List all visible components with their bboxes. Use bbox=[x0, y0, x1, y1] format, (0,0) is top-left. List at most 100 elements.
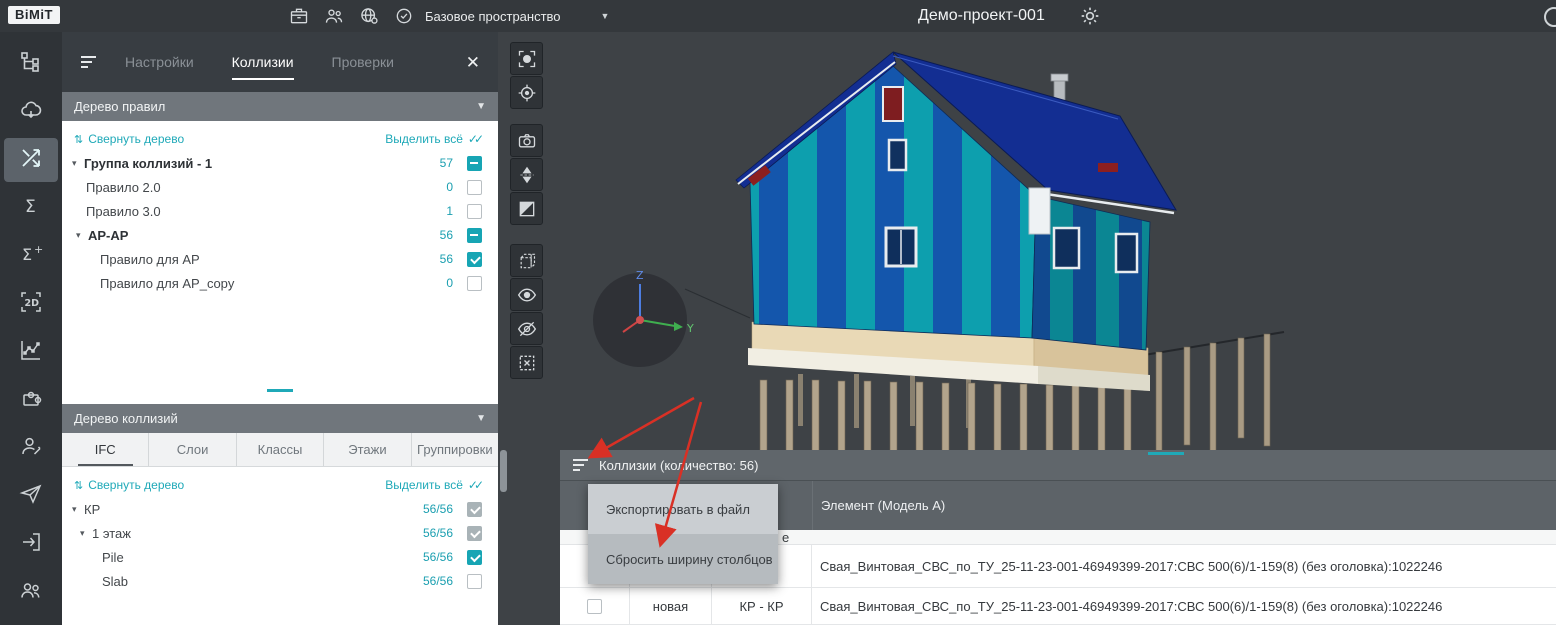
section-rules-tree[interactable]: Дерево правил ▼ bbox=[62, 92, 498, 121]
select-all-link[interactable]: Выделить всё ✓✓ bbox=[385, 478, 484, 492]
expander-icon[interactable]: ▾ bbox=[72, 504, 84, 515]
sidebar-item-collisions[interactable] bbox=[4, 138, 58, 182]
checkbox[interactable] bbox=[467, 180, 482, 195]
bottom-panel-resize-handle[interactable] bbox=[1148, 452, 1184, 455]
collapse-tree-link[interactable]: ⇅ Свернуть дерево bbox=[74, 132, 184, 146]
rule-label: Группа коллизий - 1 bbox=[84, 156, 212, 171]
tree-row[interactable]: Pile 56/56 bbox=[62, 545, 498, 569]
zoom-fit-button[interactable] bbox=[510, 42, 543, 75]
paper-plane-icon bbox=[19, 482, 43, 511]
table-row[interactable]: новая КР - КР Свая_Винтовая_СВС_по_ТУ_25… bbox=[560, 588, 1556, 625]
checkbox[interactable] bbox=[467, 204, 482, 219]
checkbox[interactable] bbox=[467, 156, 482, 171]
edge-partial-icon[interactable] bbox=[1544, 7, 1556, 27]
checkbox[interactable] bbox=[467, 252, 482, 267]
settings-gear-icon[interactable] bbox=[1080, 6, 1100, 31]
checkbox[interactable] bbox=[467, 228, 482, 243]
sidebar-item-users[interactable] bbox=[4, 570, 58, 614]
rule-label: Правило для АР bbox=[100, 252, 200, 267]
users-icon bbox=[19, 578, 43, 607]
sidebar-item-models[interactable] bbox=[4, 90, 58, 134]
tree-row[interactable]: Slab 56/56 bbox=[62, 569, 498, 593]
tab-layers[interactable]: Слои bbox=[148, 433, 235, 466]
collapse-tree-link[interactable]: ⇅ Свернуть дерево bbox=[74, 478, 184, 492]
close-icon[interactable]: ✕ bbox=[466, 54, 480, 71]
column-header-element[interactable]: Элемент (Модель А) bbox=[812, 481, 1556, 530]
show-button[interactable] bbox=[510, 278, 543, 311]
section-flip-button[interactable] bbox=[510, 158, 543, 191]
storage-box-icon[interactable] bbox=[288, 5, 310, 27]
tree-row[interactable]: Правило 2.0 0 bbox=[62, 175, 498, 199]
tree-row[interactable]: Правило для АР 56 bbox=[62, 247, 498, 271]
tab-settings[interactable]: Настройки bbox=[125, 54, 194, 70]
tree-row[interactable]: ▾ КР 56/56 bbox=[62, 497, 498, 521]
expander-icon[interactable]: ▾ bbox=[76, 230, 88, 241]
3d-model-house[interactable] bbox=[685, 52, 1284, 495]
collisions-tree: ▾ КР 56/56 ▾ 1 этаж 56/56 Pile 56/56 bbox=[62, 497, 498, 593]
tree-row[interactable]: Правило для АР_copy 0 bbox=[62, 271, 498, 295]
tree-row[interactable]: ▾ АР-АР 56 bbox=[62, 223, 498, 247]
sidebar-item-2d[interactable]: 2D bbox=[4, 282, 58, 326]
checkbox[interactable] bbox=[467, 526, 482, 541]
menu-item-reset-column-width[interactable]: Сбросить ширину столбцов bbox=[588, 534, 778, 584]
puzzle-icon bbox=[19, 386, 43, 415]
tab-checks[interactable]: Проверки bbox=[332, 54, 394, 70]
tree-row[interactable]: ▾ 1 этаж 56/56 bbox=[62, 521, 498, 545]
selection-box-button[interactable] bbox=[510, 244, 543, 277]
panel-menu-icon[interactable] bbox=[80, 55, 97, 69]
user-edit-icon bbox=[19, 434, 43, 463]
sidebar-item-sigma[interactable]: Σ bbox=[4, 186, 58, 230]
tab-collisions[interactable]: Коллизии bbox=[232, 54, 294, 70]
collision-count: 56 bbox=[440, 228, 453, 242]
panel-scrollbar[interactable] bbox=[500, 450, 507, 492]
workspace-dropdown[interactable]: Базовое пространство ▼ bbox=[425, 0, 609, 32]
sidebar-item-plugins[interactable] bbox=[4, 378, 58, 422]
double-check-icon: ✓✓ bbox=[468, 478, 484, 492]
locate-button[interactable] bbox=[510, 76, 543, 109]
node-label: 1 этаж bbox=[92, 526, 131, 541]
tab-floors[interactable]: Этажи bbox=[323, 433, 410, 466]
table-menu-icon[interactable] bbox=[572, 458, 589, 472]
sidebar-item-user-edit[interactable] bbox=[4, 426, 58, 470]
collision-count: 1 bbox=[446, 204, 453, 218]
menu-item-export-to-file[interactable]: Экспортировать в файл bbox=[588, 484, 778, 534]
3d-viewport[interactable]: Z Y bbox=[498, 32, 1556, 625]
check-circle-icon[interactable] bbox=[393, 5, 415, 27]
select-all-link[interactable]: Выделить всё ✓✓ bbox=[385, 132, 484, 146]
clip-box-button[interactable] bbox=[510, 192, 543, 225]
checkbox[interactable] bbox=[467, 276, 482, 291]
select-all-label: Выделить всё bbox=[385, 478, 463, 492]
tree-row[interactable]: Правило 3.0 1 bbox=[62, 199, 498, 223]
sidebar-item-model-tree[interactable] bbox=[4, 42, 58, 86]
row-checkbox[interactable] bbox=[587, 599, 602, 614]
workspace-label: Базовое пространство bbox=[425, 9, 561, 24]
section-collisions-tree[interactable]: Дерево коллизий ▼ bbox=[62, 404, 498, 433]
collision-count: 0 bbox=[446, 276, 453, 290]
sidebar-item-sigma-plus[interactable]: Σ+ bbox=[4, 234, 58, 278]
nav-gizmo[interactable]: Z Y bbox=[593, 269, 694, 367]
rule-label: Правило для АР_copy bbox=[100, 276, 234, 291]
screenshot-button[interactable] bbox=[510, 124, 543, 157]
checkbox[interactable] bbox=[467, 550, 482, 565]
node-label: Pile bbox=[102, 550, 124, 565]
clear-selection-button[interactable] bbox=[510, 346, 543, 379]
tab-classes[interactable]: Классы bbox=[236, 433, 323, 466]
team-icon[interactable] bbox=[323, 5, 345, 27]
globe-icon[interactable] bbox=[358, 5, 380, 27]
context-menu: Экспортировать в файл Сбросить ширину ст… bbox=[588, 484, 778, 584]
sidebar-item-export[interactable] bbox=[4, 522, 58, 566]
sidebar-item-send[interactable] bbox=[4, 474, 58, 518]
node-label: КР bbox=[84, 502, 100, 517]
expander-icon[interactable]: ▾ bbox=[72, 158, 84, 169]
hide-button[interactable] bbox=[510, 312, 543, 345]
tab-ifc[interactable]: IFC bbox=[62, 433, 148, 466]
section-title: Дерево коллизий bbox=[74, 411, 178, 426]
tab-groups[interactable]: Группировки bbox=[411, 433, 498, 466]
expander-icon[interactable]: ▾ bbox=[80, 528, 92, 539]
panel-resize-handle[interactable] bbox=[267, 389, 293, 392]
sidebar-item-graphs[interactable] bbox=[4, 330, 58, 374]
checkbox[interactable] bbox=[467, 502, 482, 517]
checkbox[interactable] bbox=[467, 574, 482, 589]
svg-text:+: + bbox=[34, 243, 43, 256]
tree-row[interactable]: ▾ Группа коллизий - 1 57 bbox=[62, 151, 498, 175]
